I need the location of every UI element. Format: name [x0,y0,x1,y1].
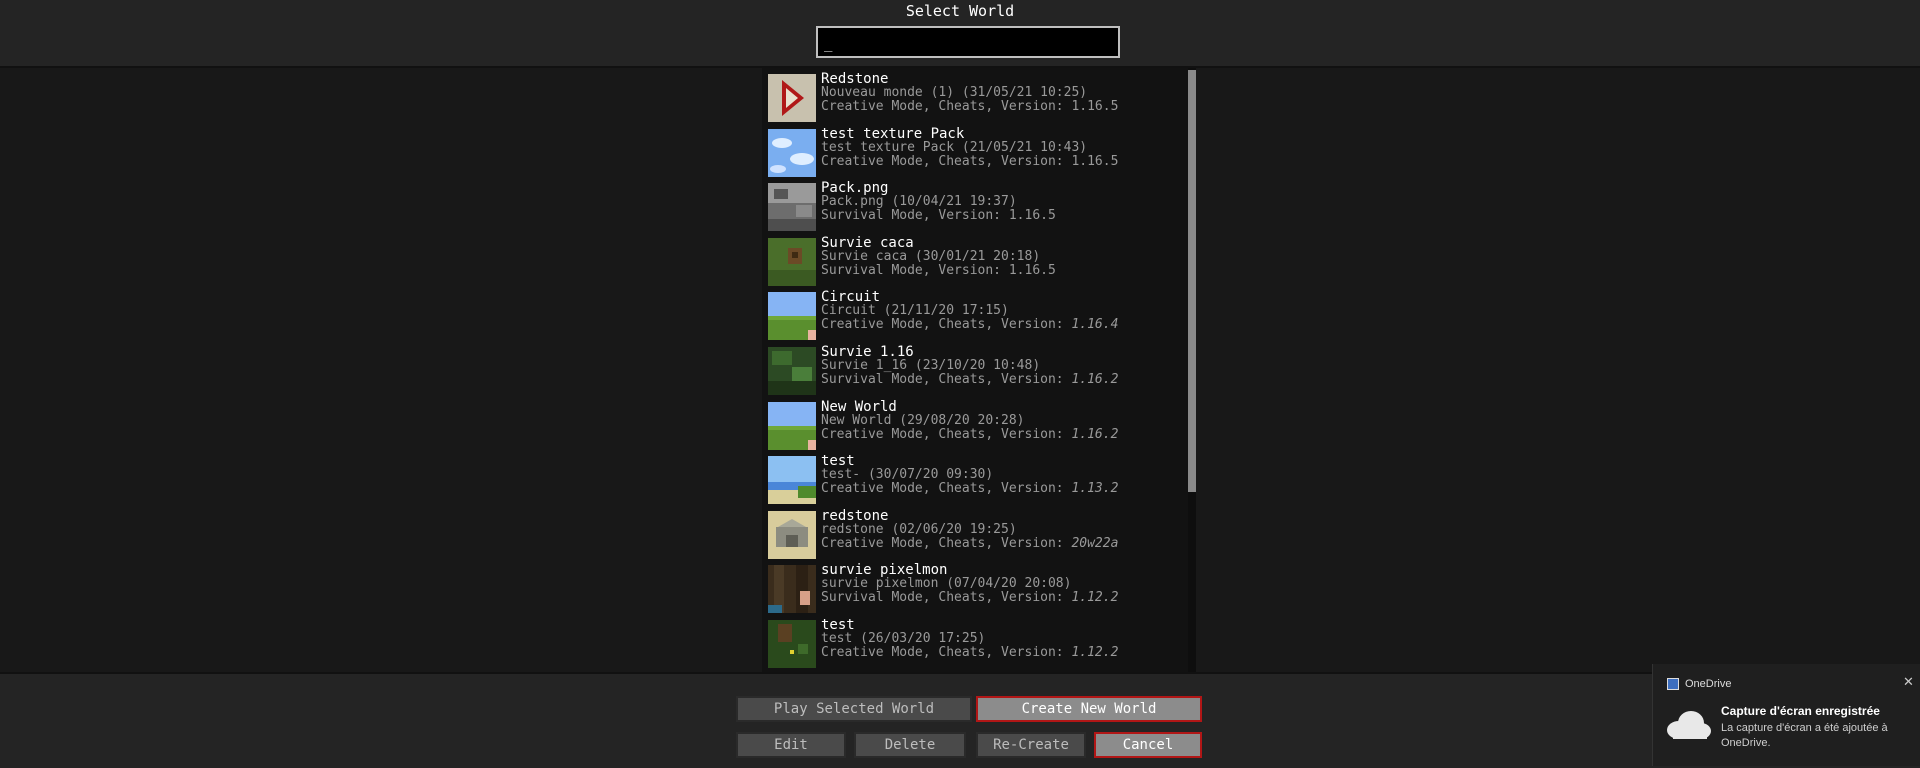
world-list-item[interactable]: test texture Pack test texture Pack (21/0… [768,127,1186,181]
world-name: Survie caca [821,234,914,251]
create-new-world-button[interactable]: Create New World [976,696,1202,722]
world-name: redstone [821,507,889,524]
world-thumbnail-icon [768,237,816,286]
close-icon[interactable]: ✕ [1903,674,1914,690]
world-detail: survie pixelmon (07/04/20 20:08) [821,576,1072,592]
notification-body: La capture d'écran a été ajoutée à OneDr… [1721,722,1888,749]
play-selected-world-button[interactable]: Play Selected World [736,696,972,722]
world-mode-text: Survival Mode, Cheats, Version: [821,372,1072,387]
world-version: 1.16.2 [1071,426,1119,442]
delete-button[interactable]: Delete [854,732,966,758]
world-list-item[interactable]: test test (26/03/20 17:25) Creative Mode, … [768,618,1186,672]
world-mode: Creative Mode, Cheats, Version: 1.16.5 [821,153,1119,169]
world-detail: test (26/03/20 17:25) [821,631,986,646]
world-name: Pack.png [821,180,889,197]
world-detail: Nouveau monde (1) (31/05/21 10:25) [821,85,1088,100]
world-thumbnail-icon [768,128,816,177]
world-mode: Creative Mode, Cheats, Version: 1.16.5 [821,100,1118,114]
world-thumbnail-icon [768,620,816,668]
world-detail: test texture Pack (21/05/21 10:43) [821,139,1088,155]
world-name: test [821,617,855,633]
world-version: 1.16.5 [1008,262,1056,278]
world-detail: New World (29/08/20 20:28) [821,412,1025,428]
world-mode-text: Creative Mode, Cheats, Version: [821,317,1072,333]
world-name: Redstone [821,71,889,87]
world-mode-text: Creative Mode, Cheats, Version: [821,99,1072,114]
world-thumbnail-icon [768,401,816,450]
world-version: 1.16.5 [1008,208,1056,224]
world-thumbnail-icon [768,456,816,505]
scrollbar-thumb[interactable] [1188,70,1196,492]
world-name: survie pixelmon [821,562,948,579]
world-mode-text: Survival Mode, Version: [821,208,1009,224]
world-mode: Creative Mode, Cheats, Version: 1.16.4 [821,318,1118,332]
world-mode: Survival Mode, Cheats, Version: 1.16.2 [821,373,1118,387]
cloud-icon [1667,711,1711,739]
search-input[interactable]: _ [816,26,1120,58]
onedrive-app-icon [1667,678,1679,690]
world-mode: Creative Mode, Cheats, Version: 1.16.2 [821,426,1119,442]
world-mode: Creative Mode, Cheats, Version: 20w22a [821,535,1119,551]
world-version: 1.16.2 [1071,372,1119,387]
world-list-item[interactable]: redstone redstone (02/06/20 19:25) Creativ… [768,509,1186,563]
world-version: 1.13.2 [1071,481,1119,497]
world-version: 1.16.5 [1071,153,1119,169]
world-name: Survie 1.16 [821,344,914,360]
world-name: test [821,453,855,470]
world-version: 1.12.2 [1071,590,1119,606]
world-mode: Survival Mode, Version: 1.16.5 [821,209,1056,223]
world-version: 20w22a [1071,535,1119,551]
world-list-item[interactable]: survie pixelmon survie pixelmon (07/04/20… [768,563,1186,617]
world-mode-text: Creative Mode, Cheats, Version: [821,481,1072,497]
notification-title: Capture d'écran enregistrée [1721,704,1880,718]
world-detail: Survie caca (30/01/21 20:18) [821,248,1041,264]
world-thumbnail-icon [768,292,816,341]
world-mode: Creative Mode, Cheats, Version: 1.13.2 [821,482,1118,496]
world-mode: Survival Mode, Cheats, Version: 1.12.2 [821,591,1118,605]
world-mode-text: Creative Mode, Cheats, Version: [821,153,1072,169]
world-detail: Pack.png (10/04/21 19:37) [821,194,1017,210]
world-thumbnail-icon [768,510,816,559]
header-bar: Select World _ [0,0,1920,68]
world-detail: Survie 1_16 (23/10/20 10:48) [821,358,1041,373]
world-name: test texture Pack [821,125,965,142]
edit-button[interactable]: Edit [736,732,846,758]
page-title: Select World [905,2,1015,20]
world-mode-text: Survival Mode, Version: [821,262,1009,278]
world-mode-text: Creative Mode, Cheats, Version: [821,645,1072,660]
world-list-item[interactable]: Redstone Nouveau monde (1) (31/05/21 10:2… [768,72,1186,126]
world-thumbnail-icon [768,565,816,614]
world-mode: Survival Mode, Version: 1.16.5 [821,262,1056,278]
world-thumbnail-icon [768,347,816,395]
world-thumbnail-icon [768,183,816,232]
notification-app-name: OneDrive [1685,678,1732,690]
world-list-item[interactable]: Survie 1.16 Survie 1_16 (23/10/20 10:48) S… [768,345,1186,399]
world-mode-text: Creative Mode, Cheats, Version: [821,426,1072,442]
world-version: 1.16.4 [1071,317,1119,333]
cancel-button[interactable]: Cancel [1094,732,1202,758]
re-create-button[interactable]: Re-Create [976,732,1086,758]
onedrive-notification[interactable]: OneDrive ✕ Capture d'écran enregistrée L… [1652,664,1920,766]
world-list-item[interactable]: test test- (30/07/20 09:30) Creative Mode,… [768,454,1186,508]
world-list-item[interactable]: Circuit Circuit (21/11/20 17:15) Creative … [768,290,1186,344]
world-name: New World [821,398,897,415]
world-list-item[interactable]: New World New World (29/08/20 20:28) Creat… [768,400,1186,454]
world-list-item[interactable]: Survie caca Survie caca (30/01/21 20:18) S… [768,236,1186,290]
world-detail: redstone (02/06/20 19:25) [821,521,1017,537]
world-list-item[interactable]: Pack.png Pack.png (10/04/21 19:37) Surviva… [768,181,1186,235]
world-name: Circuit [821,289,881,306]
world-detail: Circuit (21/11/20 17:15) [821,303,1009,319]
world-detail: test- (30/07/20 09:30) [821,467,994,483]
world-mode-text: Creative Mode, Cheats, Version: [821,535,1072,551]
world-mode: Creative Mode, Cheats, Version: 1.12.2 [821,646,1118,660]
world-thumbnail-icon [768,74,816,122]
world-version: 1.12.2 [1071,645,1119,660]
world-version: 1.16.5 [1071,99,1119,114]
world-mode-text: Survival Mode, Cheats, Version: [821,590,1072,606]
